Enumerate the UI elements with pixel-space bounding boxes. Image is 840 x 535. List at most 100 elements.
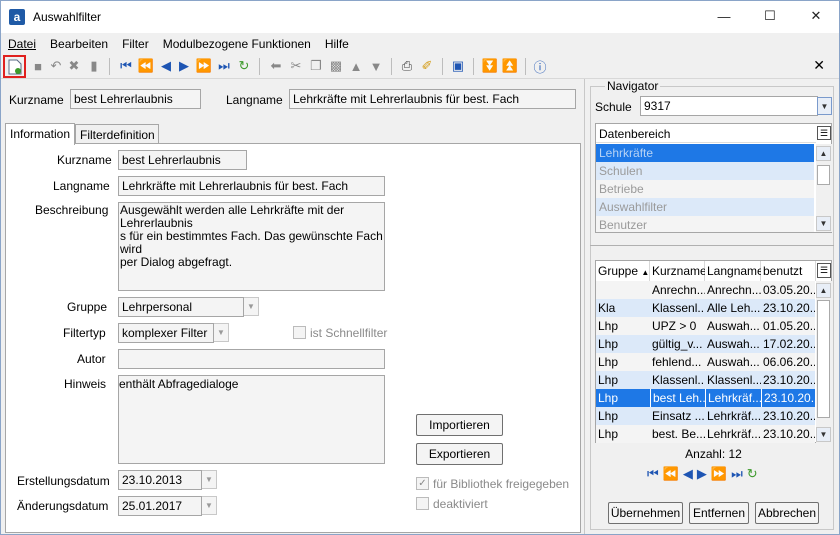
datenbereich-scrollbar[interactable]: ▲ ▼ (816, 144, 832, 232)
undo-icon[interactable]: ↶ (47, 57, 65, 75)
langname-label: Langname (53, 179, 110, 193)
close-form-icon[interactable]: ✕ (813, 57, 825, 74)
table-row[interactable]: Lhp UPZ > 0 Auswah... 01.05.20... (596, 317, 815, 335)
paste-icon[interactable]: ▩ (327, 57, 345, 75)
next-record-icon[interactable]: ▶ (697, 466, 707, 482)
abbrechen-button[interactable]: Abbrechen (755, 502, 819, 524)
first-record-icon[interactable]: ⏮ (647, 466, 659, 482)
menu-modulbezogene-funktionen[interactable]: Modulbezogene Funktionen (156, 37, 318, 51)
export-icon[interactable]: ⏫ (501, 57, 519, 75)
scroll-down-icon[interactable]: ▼ (816, 216, 831, 231)
schnellfilter-checkbox[interactable] (293, 326, 306, 339)
prev-page-icon[interactable]: ⏪ (663, 466, 679, 482)
next-page-icon[interactable]: ⏩ (711, 466, 727, 482)
copy-icon[interactable]: ❐ (307, 57, 325, 75)
last-record-icon[interactable]: ⏭ (215, 57, 233, 75)
tab-filterdefinition[interactable]: Filterdefinition (75, 124, 159, 145)
print-icon[interactable]: ⎙ (398, 57, 416, 75)
filter-icon[interactable]: ▼ (367, 57, 385, 75)
filtertyp-dropdown-icon[interactable]: ▼ (214, 323, 229, 342)
refresh-icon[interactable]: ↻ (235, 57, 253, 75)
langname-input[interactable]: Lehrkräfte mit Lehrerlaubnis für best. F… (118, 176, 385, 196)
beschreibung-textarea[interactable]: Ausgewählt werden alle Lehrkräfte mit de… (118, 202, 385, 291)
table-row[interactable]: Lhp fehlend... Auswah... 06.06.20... (596, 353, 815, 371)
prev-record-icon[interactable]: ◀ (683, 466, 693, 482)
bibliothek-checkbox[interactable]: ✓ (416, 477, 429, 490)
aenderungsdatum-input[interactable]: 25.01.2017 (118, 496, 202, 516)
table-row[interactable]: Lhp best. Be... Lehrkräf... 23.10.20... (596, 425, 815, 443)
new-document-button[interactable] (3, 55, 26, 78)
table-row[interactable]: Anrechn... Anrechn... 03.05.20... (596, 281, 815, 299)
scroll-down-icon[interactable]: ▼ (816, 427, 831, 442)
refresh-icon[interactable]: ↻ (747, 466, 758, 482)
next-record-icon[interactable]: ▶ (175, 57, 193, 75)
prev-page-icon[interactable]: ⏪ (137, 57, 155, 75)
menu-datei[interactable]: Datei (1, 37, 43, 51)
erstellungsdatum-input[interactable]: 23.10.2013 (118, 470, 202, 490)
close-window-button[interactable]: ✕ (793, 1, 839, 31)
schule-select[interactable]: 9317 (640, 96, 818, 116)
datenbereich-item[interactable]: Lehrkräfte (596, 144, 814, 162)
table-cell: 06.06.20... (763, 355, 815, 369)
menu-filter[interactable]: Filter (115, 37, 156, 51)
last-record-icon[interactable]: ⏭ (731, 466, 743, 482)
kurzname-input[interactable]: best Lehrerlaubnis (118, 150, 247, 170)
select-icon[interactable]: ▣ (449, 57, 467, 75)
table-column-chooser-icon[interactable]: ☰ (817, 263, 831, 278)
entfernen-button[interactable]: Entfernen (689, 502, 749, 524)
prev-record-icon[interactable]: ◀ (157, 57, 175, 75)
hinweis-textarea[interactable]: enthält Abfragedialoge (118, 375, 385, 464)
scroll-thumb[interactable] (817, 165, 830, 185)
col-header-langname[interactable]: Langname (705, 261, 764, 281)
brush-icon[interactable]: ✐ (418, 57, 436, 75)
aenderungsdatum-dropdown-icon[interactable]: ▼ (202, 496, 217, 515)
importieren-button[interactable]: Importieren (416, 414, 503, 436)
table-row[interactable]: Kla Klassenl... Alle Leh... 23.10.20... (596, 299, 815, 317)
save-icon[interactable]: ■ (29, 57, 47, 75)
column-chooser-icon[interactable]: ☰ (817, 126, 831, 140)
table-row[interactable]: Lhp Einsatz ... Lehrkräf... 23.10.20... (596, 407, 815, 425)
splitter[interactable] (584, 79, 585, 534)
exportieren-button[interactable]: Exportieren (416, 443, 503, 465)
col-header-benutzt[interactable]: benutzt (761, 261, 816, 281)
delete-icon[interactable]: ✖ (65, 57, 83, 75)
hinweis-label: Hinweis (64, 377, 107, 391)
scroll-up-icon[interactable]: ▲ (816, 283, 831, 298)
datenbereich-item[interactable]: Benutzer (596, 216, 814, 232)
autor-input[interactable] (118, 349, 385, 369)
datenbereich-item[interactable]: Auswahlfilter (596, 198, 814, 216)
gruppe-select[interactable]: Lehrpersonal (118, 297, 244, 317)
header-langname-field[interactable]: Lehrkräfte mit Lehrerlaubnis für best. F… (289, 89, 576, 109)
schule-dropdown-icon[interactable]: ▼ (817, 97, 832, 115)
format-icon[interactable]: ▲ (347, 57, 365, 75)
table-row[interactable]: Lhp gültig_v... Auswah... 17.02.20... (596, 335, 815, 353)
minimize-button[interactable]: — (701, 1, 747, 31)
import-icon[interactable]: ⏬ (481, 57, 499, 75)
table-scrollbar[interactable]: ▲ ▼ (816, 281, 832, 443)
col-header-gruppe[interactable]: Gruppe ▲ (596, 261, 650, 281)
header-kurzname-field[interactable]: best Lehrerlaubnis (70, 89, 201, 109)
gruppe-dropdown-icon[interactable]: ▼ (244, 297, 259, 316)
deaktiviert-checkbox[interactable] (416, 497, 429, 510)
next-page-icon[interactable]: ⏩ (195, 57, 213, 75)
table-row[interactable]: Lhp best Leh...Lehrkräf...23.10.20... (596, 389, 815, 407)
col-header-kurzname[interactable]: Kurzname (650, 261, 707, 281)
datenbereich-item[interactable]: Schulen (596, 162, 814, 180)
first-record-icon[interactable]: ⏮ (117, 57, 135, 75)
help-icon[interactable]: ⓘ (531, 57, 549, 75)
erstellungsdatum-dropdown-icon[interactable]: ▼ (202, 470, 217, 489)
scroll-thumb[interactable] (817, 300, 830, 418)
menu-hilfe[interactable]: Hilfe (318, 37, 356, 51)
menu-bearbeiten[interactable]: Bearbeiten (43, 37, 115, 51)
datenbereich-item[interactable]: Betriebe (596, 180, 814, 198)
tab-information[interactable]: Information (5, 123, 75, 145)
filtertyp-select[interactable]: komplexer Filter (118, 323, 214, 343)
navigator-splitter[interactable] (590, 245, 834, 246)
cut-icon[interactable]: ✂ (287, 57, 305, 75)
uebernehmen-button[interactable]: Übernehmen (608, 502, 683, 524)
comment-icon[interactable]: ▮ (85, 57, 103, 75)
maximize-button[interactable]: ☐ (747, 1, 793, 31)
table-row[interactable]: Lhp Klassenl... Klassenl... 23.10.20... (596, 371, 815, 389)
scroll-up-icon[interactable]: ▲ (816, 146, 831, 161)
back-arrow-icon[interactable]: ⬅ (267, 57, 285, 75)
